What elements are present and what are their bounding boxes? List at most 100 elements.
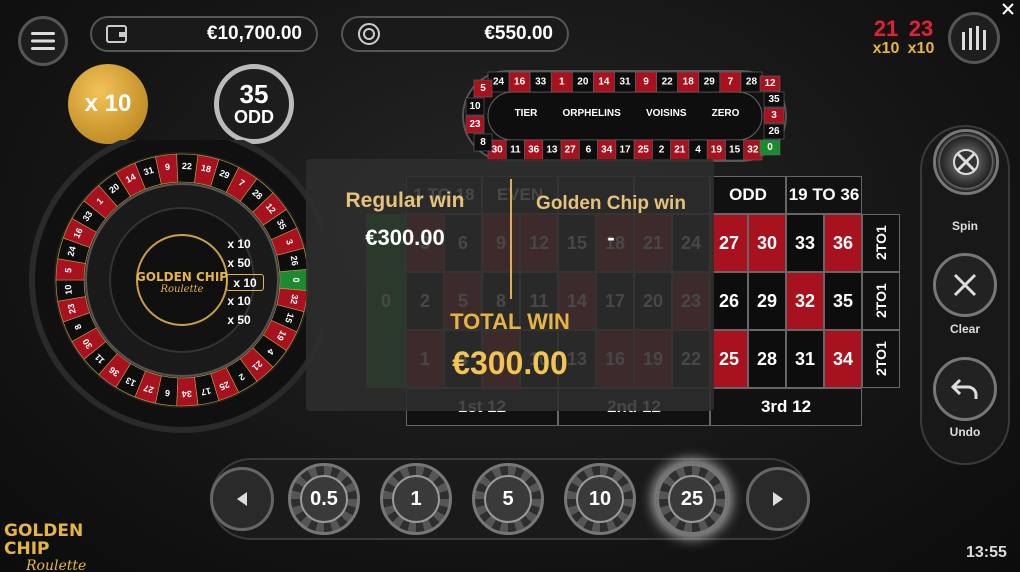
section-zero[interactable]: ZERO <box>712 108 740 124</box>
close-button[interactable] <box>1001 2 1017 18</box>
racetrack-number: 22 <box>662 77 674 88</box>
number-cell[interactable]: 30 <box>748 214 786 272</box>
racetrack-number: 14 <box>598 77 610 88</box>
total-win-amount: €300.00 <box>452 345 568 381</box>
racetrack-number: 6 <box>586 145 592 156</box>
racetrack-number: 16 <box>514 77 526 88</box>
menu-button[interactable] <box>18 16 68 66</box>
multiplier-slot: x 10 <box>227 237 251 251</box>
racetrack-number: 10 <box>469 101 481 112</box>
racetrack-number: 23 <box>469 119 481 130</box>
total-bet-value: €550.00 <box>484 23 553 44</box>
clear-button[interactable] <box>933 253 997 317</box>
multiplier-slot: x 10 <box>227 294 251 308</box>
chip-25[interactable]: 25 <box>656 463 728 535</box>
hot-number-multiplier: x10 <box>872 40 900 57</box>
statistics-button[interactable] <box>948 12 1000 64</box>
racetrack-number: 27 <box>565 145 577 156</box>
number-cell[interactable]: 29 <box>748 272 786 330</box>
number-cell[interactable]: 32 <box>786 272 824 330</box>
racetrack-number: 15 <box>729 145 741 156</box>
footer-logo: GOLDEN CHIP Roulette <box>4 522 114 572</box>
column-bet[interactable]: 2TO1 <box>862 214 900 272</box>
racetrack-number: 31 <box>619 77 631 88</box>
racetrack-number: 9 <box>643 77 649 88</box>
racetrack-number: 1 <box>559 77 565 88</box>
undo-label: Undo <box>949 425 981 439</box>
spin-label: Spin <box>952 219 978 233</box>
chip-10[interactable]: 10 <box>564 463 636 535</box>
number-cell[interactable]: 33 <box>786 214 824 272</box>
outside-bet[interactable]: ODD <box>710 176 786 214</box>
wheel-pocket-number: 34 <box>182 389 192 399</box>
racetrack-number: 20 <box>577 77 589 88</box>
racetrack-number: 33 <box>535 77 547 88</box>
control-rail: Spin Clear Undo <box>920 125 1010 465</box>
total-win-label: TOTAL WIN <box>450 309 570 334</box>
racetrack-number: 35 <box>768 94 780 105</box>
number-cell[interactable]: 31 <box>786 330 824 388</box>
racetrack-number: 36 <box>528 145 540 156</box>
arrow-right-icon <box>773 492 783 506</box>
arrow-left-icon <box>237 492 247 506</box>
chips-next-button[interactable] <box>746 467 810 531</box>
dozen-bet[interactable]: 3rd 12 <box>710 388 862 426</box>
wheel-multiplier-slots: x 10 x 50 x 10 x 10 x 50 <box>220 236 264 336</box>
number-cell[interactable]: 25 <box>710 330 748 388</box>
total-bet-display: €550.00 <box>341 16 569 52</box>
golden-multiplier-value: x 10 <box>84 90 132 117</box>
racetrack-number: 2 <box>659 145 665 156</box>
column-bet[interactable]: 2TO1 <box>862 272 900 330</box>
footer-logo-subtitle: Roulette <box>26 558 87 572</box>
section-tier[interactable]: TIER <box>515 108 538 124</box>
hot-number-value: 21 <box>873 16 899 41</box>
chip-value: 1 <box>392 475 440 523</box>
number-cell[interactable]: 36 <box>824 214 862 272</box>
section-orphelins[interactable]: ORPHELINS <box>562 108 620 124</box>
number-cell[interactable]: 28 <box>748 330 786 388</box>
racetrack-number: 21 <box>674 145 686 156</box>
racetrack-number: 7 <box>728 77 734 88</box>
golden-chip-win-amount: - <box>607 225 615 250</box>
racetrack-number: 5 <box>480 83 486 94</box>
last-result-badge: 35 ODD <box>214 64 294 144</box>
golden-chip-win-label: Golden Chip win <box>536 193 686 214</box>
chip-0.5[interactable]: 0.5 <box>288 463 360 535</box>
outside-bet[interactable]: 19 TO 36 <box>786 176 862 214</box>
number-cell[interactable]: 27 <box>710 214 748 272</box>
win-divider <box>510 179 512 299</box>
number-cell[interactable]: 34 <box>824 330 862 388</box>
racetrack-number: 11 <box>510 145 521 156</box>
chip-1[interactable]: 1 <box>380 463 452 535</box>
chip-icon <box>358 23 380 45</box>
column-bet[interactable]: 2TO1 <box>862 330 900 388</box>
balance-display: €10,700.00 <box>90 16 318 52</box>
clock: 13:55 <box>966 544 1007 561</box>
racetrack-number: 8 <box>480 137 486 148</box>
hot-number-value: 23 <box>908 16 934 41</box>
chip-value: 10 <box>576 475 624 523</box>
chip-value: 25 <box>668 475 716 523</box>
spin-button[interactable] <box>933 129 999 195</box>
close-icon <box>1002 3 1014 15</box>
footer-logo-title: GOLDEN CHIP <box>4 521 84 559</box>
regular-win-amount: €300.00 <box>365 225 445 250</box>
racetrack-number: 30 <box>492 145 504 156</box>
multiplier-slot: x 10 <box>226 274 264 291</box>
racetrack-number: 0 <box>767 142 773 153</box>
chip-5[interactable]: 5 <box>472 463 544 535</box>
racetrack-number: 29 <box>704 77 716 88</box>
racetrack[interactable]: 24 16 33 1 20 14 31 9 22 18 29 7 28 30 11 36 13 27 6 34 17 25… <box>462 70 787 162</box>
hot-number-multiplier: x10 <box>907 40 935 57</box>
section-voisins[interactable]: VOISINS <box>646 108 687 124</box>
wheel-pocket-number: 10 <box>63 284 74 295</box>
spin-wheel-icon <box>953 149 979 175</box>
racetrack-number: 13 <box>546 145 558 156</box>
number-cell[interactable]: 26 <box>710 272 748 330</box>
racetrack-number: 26 <box>768 126 780 137</box>
chips-prev-button[interactable] <box>210 467 274 531</box>
clear-icon <box>953 273 977 297</box>
racetrack-number: 18 <box>683 77 695 88</box>
undo-button[interactable] <box>933 357 997 421</box>
number-cell[interactable]: 35 <box>824 272 862 330</box>
